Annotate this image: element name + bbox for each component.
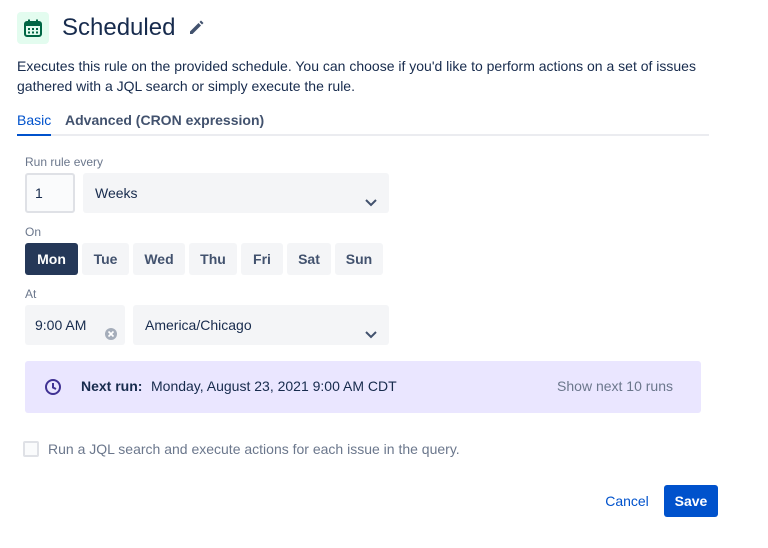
clock-icon bbox=[44, 378, 62, 401]
tab-bar: Basic Advanced (CRON expression) bbox=[17, 110, 709, 136]
time-input[interactable]: 9:00 AM bbox=[25, 305, 125, 345]
description: Executes this rule on the provided sched… bbox=[17, 58, 696, 94]
day-sun[interactable]: Sun bbox=[335, 243, 383, 275]
jql-option: Run a JQL search and execute actions for… bbox=[23, 441, 460, 457]
chevron-down-icon bbox=[363, 185, 379, 225]
timezone-value: America/Chicago bbox=[145, 317, 252, 333]
day-mon[interactable]: Mon bbox=[25, 243, 78, 275]
next-run-panel: Next run: Monday, August 23, 2021 9:00 A… bbox=[25, 361, 701, 413]
tab-basic[interactable]: Basic bbox=[17, 110, 52, 136]
day-thu[interactable]: Thu bbox=[189, 243, 237, 275]
interval-input[interactable]: 1 bbox=[25, 173, 75, 213]
jql-checkbox[interactable] bbox=[23, 441, 39, 457]
next-run-value: Monday, August 23, 2021 9:00 AM CDT bbox=[151, 378, 397, 394]
day-sat[interactable]: Sat bbox=[287, 243, 331, 275]
day-tue[interactable]: Tue bbox=[82, 243, 129, 275]
day-fri[interactable]: Fri bbox=[241, 243, 283, 275]
chevron-down-icon bbox=[363, 317, 379, 357]
scheduled-trigger-panel: Scheduled Executes this rule on the prov… bbox=[0, 0, 768, 548]
run-every-label: Run rule every bbox=[25, 155, 104, 169]
pencil-icon[interactable] bbox=[187, 19, 205, 37]
header: Scheduled bbox=[17, 12, 205, 44]
next-run-label: Next run: bbox=[81, 378, 143, 394]
timezone-select[interactable]: America/Chicago bbox=[133, 305, 389, 345]
interval-unit-value: Weeks bbox=[95, 185, 138, 201]
weekday-selector: Mon Tue Wed Thu Fri Sat Sun bbox=[25, 243, 383, 275]
time-value: 9:00 AM bbox=[35, 317, 87, 333]
calendar-icon bbox=[17, 12, 49, 44]
day-wed[interactable]: Wed bbox=[133, 243, 185, 275]
tab-advanced-cron[interactable]: Advanced (CRON expression) bbox=[65, 110, 264, 130]
jql-checkbox-label[interactable]: Run a JQL search and execute actions for… bbox=[48, 441, 460, 457]
on-label: On bbox=[25, 225, 42, 239]
page-title: Scheduled bbox=[62, 14, 176, 41]
interval-unit-select[interactable]: Weeks bbox=[83, 173, 389, 213]
at-label: At bbox=[25, 287, 37, 301]
cancel-button[interactable]: Cancel bbox=[596, 485, 658, 517]
clear-icon[interactable] bbox=[103, 317, 119, 357]
show-next-runs-link[interactable]: Show next 10 runs bbox=[557, 378, 673, 394]
save-button[interactable]: Save bbox=[664, 485, 718, 517]
